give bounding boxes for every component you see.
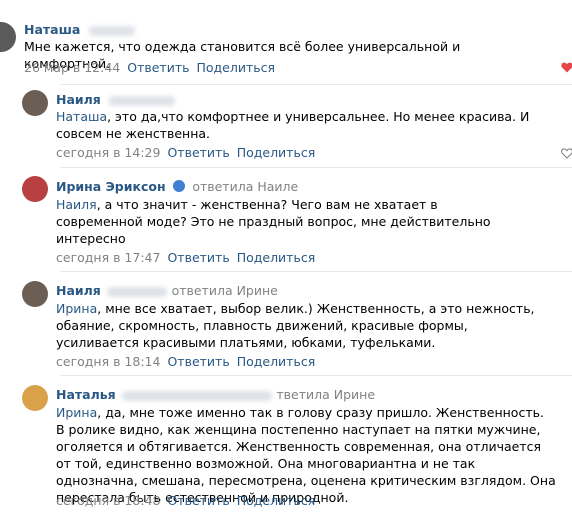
avatar[interactable] <box>22 281 48 307</box>
share-button[interactable]: Поделиться <box>196 60 275 75</box>
avatar[interactable] <box>22 176 48 202</box>
comment-meta: сегодня в 17:47 Ответить Поделиться <box>56 250 315 265</box>
share-button[interactable]: Поделиться <box>237 145 316 160</box>
reply-to-label[interactable]: тветила Ирине <box>276 387 375 402</box>
mention-link[interactable]: Ирина <box>56 301 97 316</box>
mention-link[interactable]: Наташа <box>56 109 107 124</box>
reply-button[interactable]: Ответить <box>167 354 229 369</box>
separator <box>60 375 572 376</box>
author-name[interactable]: Наталья тветила Ирине <box>56 387 375 402</box>
comment-text: Наиля, а что значит - женственна? Чего в… <box>56 197 491 246</box>
comment-date[interactable]: 26 мар в 12:44 <box>24 60 120 75</box>
author-name[interactable]: Наиля ответила Ирине <box>56 283 278 298</box>
reply-button[interactable]: Ответить <box>167 493 229 508</box>
heart-icon[interactable] <box>561 62 572 73</box>
avatar[interactable] <box>0 22 16 52</box>
comment-date[interactable]: сегодня в 18:48 <box>56 493 160 508</box>
author-name[interactable]: Ирина Эриксон ответила Наиле <box>56 179 298 194</box>
author-name[interactable]: Наташа <box>24 22 135 37</box>
reply-to-label[interactable]: ответила Наиле <box>192 179 298 194</box>
author-name[interactable]: Наиля <box>56 92 176 107</box>
truncated-previous-line <box>0 0 572 2</box>
comment-meta: 26 мар в 12:44 Ответить Поделиться <box>24 60 275 75</box>
reply-to-label[interactable]: ответила Ирине <box>172 283 278 298</box>
share-button[interactable]: Поделиться <box>237 493 316 508</box>
separator <box>60 167 572 168</box>
comment-date[interactable]: сегодня в 14:29 <box>56 145 160 160</box>
avatar[interactable] <box>22 90 48 116</box>
comment-date[interactable]: сегодня в 18:14 <box>56 354 160 369</box>
separator <box>60 84 572 85</box>
mention-link[interactable]: Наиля <box>56 197 97 212</box>
comment-text: Наташа, это да,что комфортнее и универса… <box>56 109 530 141</box>
heart-outline-icon[interactable] <box>561 148 572 159</box>
avatar[interactable] <box>22 385 48 411</box>
comment-text: Ирина, да, мне тоже именно так в голову … <box>56 405 556 505</box>
comment-date[interactable]: сегодня в 17:47 <box>56 250 160 265</box>
reply-button[interactable]: Ответить <box>127 60 189 75</box>
comment-meta: сегодня в 18:14 Ответить Поделиться <box>56 354 315 369</box>
reply-button[interactable]: Ответить <box>167 250 229 265</box>
comment-meta: сегодня в 14:29 Ответить Поделиться <box>56 145 315 160</box>
share-button[interactable]: Поделиться <box>237 354 316 369</box>
share-button[interactable]: Поделиться <box>237 250 316 265</box>
comment-text: Ирина, мне все хватает, выбор велик.) Же… <box>56 301 535 350</box>
reply-button[interactable]: Ответить <box>167 145 229 160</box>
separator <box>60 271 572 272</box>
vk-badge-icon <box>172 180 185 192</box>
comment-meta: сегодня в 18:48 Ответить Поделиться <box>56 493 315 508</box>
mention-link[interactable]: Ирина <box>56 405 97 420</box>
